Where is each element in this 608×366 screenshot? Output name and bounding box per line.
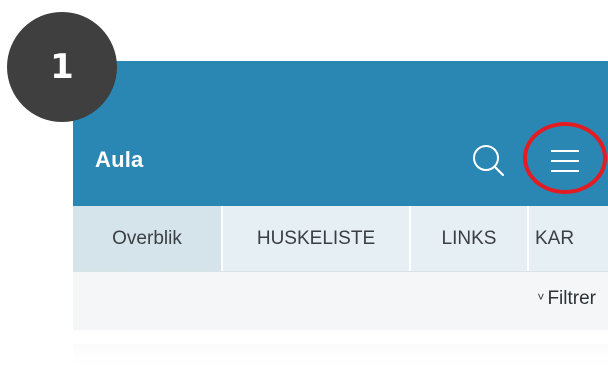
app-logo: Aula — [95, 147, 144, 172]
menu-button[interactable] — [543, 141, 583, 181]
filter-button[interactable]: ˅ Filtrer — [537, 288, 596, 310]
app-header: Aula — [73, 61, 608, 206]
tab-huskeliste[interactable]: HUSKELISTE — [223, 206, 409, 271]
tab-links[interactable]: LINKS — [411, 206, 527, 271]
filter-label: Filtrer — [547, 288, 596, 309]
tab-overblik[interactable]: Overblik — [73, 206, 221, 271]
tab-kar[interactable]: KAR — [535, 206, 608, 271]
tab-bar: Overblik HUSKELISTE LINKS KAR — [73, 206, 608, 272]
aula-app-screen: Aula Overblik HUSKELISTE LINKS KAR ˅ Fil… — [73, 61, 608, 366]
filter-bar: ˅ Filtrer — [73, 272, 608, 330]
tutorial-screenshot: Aula Overblik HUSKELISTE LINKS KAR ˅ Fil… — [0, 0, 608, 366]
content-area — [73, 344, 608, 366]
chevron-down-icon: ˅ — [537, 290, 545, 304]
step-number-badge: 1 — [7, 12, 117, 122]
tab-divider — [527, 206, 529, 271]
hamburger-menu-icon — [551, 150, 579, 172]
search-icon — [473, 145, 505, 177]
search-button[interactable] — [469, 141, 509, 181]
